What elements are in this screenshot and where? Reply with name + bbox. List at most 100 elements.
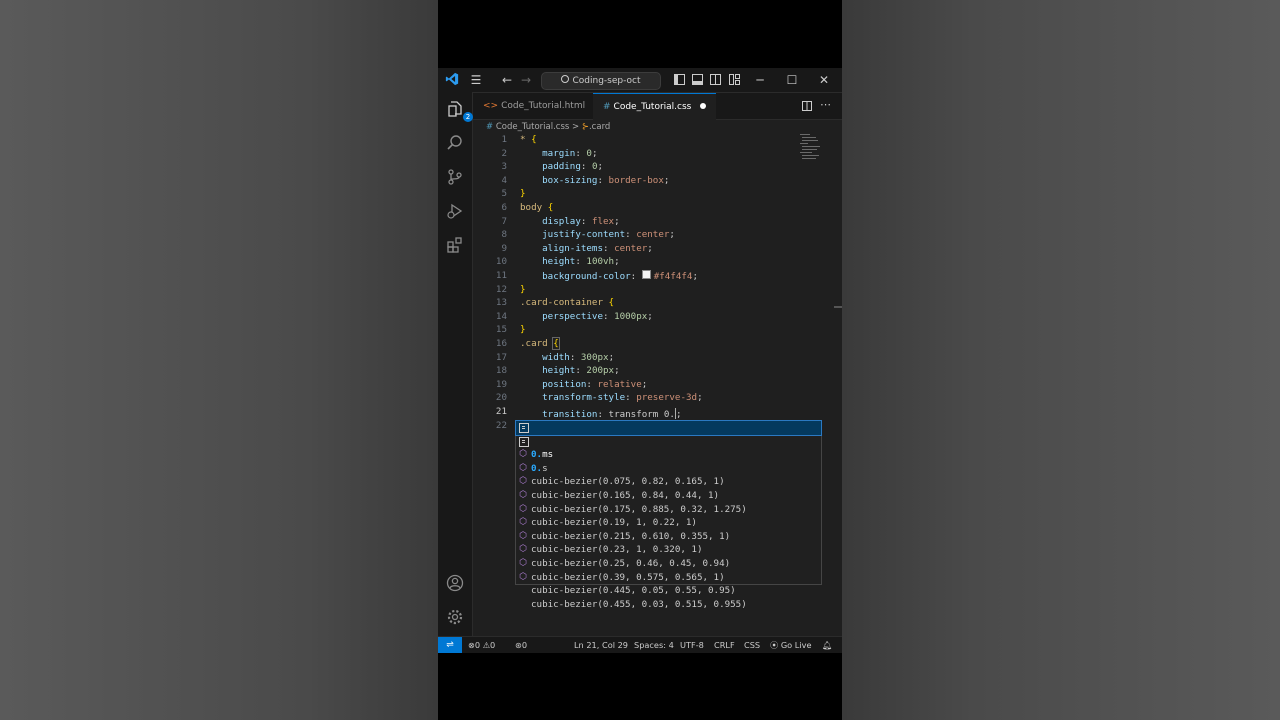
- blurred-background-left: [0, 0, 438, 720]
- code-line: width: 300px;: [542, 351, 615, 363]
- line-number: 15: [495, 324, 507, 336]
- suggestion-item[interactable]: ⬡ cubic-bezier(0.23, 1, 0.320, 1): [516, 516, 821, 556]
- minimap[interactable]: [800, 134, 822, 162]
- warning-icon: ⚠: [482, 640, 491, 650]
- tab-label: Code_Tutorial.html: [501, 101, 586, 111]
- function-cube-icon: ⬡: [519, 449, 527, 460]
- maximize-icon[interactable]: ☐: [784, 72, 800, 88]
- problems-indicator[interactable]: ⊗0 ⚠0: [468, 637, 495, 653]
- suggestion-item[interactable]: ⬡ cubic-bezier(0.075, 0.82, 0.165, 1): [516, 448, 821, 488]
- code-line: height: 200px;: [542, 365, 620, 377]
- suggestion-item[interactable]: 0.ms: [515, 420, 822, 460]
- line-number: 13: [495, 297, 507, 309]
- customize-layout-icon[interactable]: [729, 74, 740, 85]
- explorer-icon[interactable]: 2: [445, 100, 473, 122]
- notifications-bell-icon[interactable]: 🔔︎: [822, 637, 832, 653]
- code-line: }: [520, 188, 526, 200]
- blurred-background-right: [842, 0, 1280, 720]
- search-text: Coding-sep-oct: [572, 76, 641, 86]
- extensions-icon[interactable]: [445, 236, 465, 256]
- code-line: }: [520, 283, 526, 295]
- code-line: .card {: [520, 337, 560, 350]
- suggestion-item[interactable]: ⬡ cubic-bezier(0.455, 0.03, 0.515, 0.955…: [516, 571, 821, 610]
- back-arrow-icon[interactable]: ←: [499, 72, 515, 88]
- toggle-panel-icon[interactable]: [692, 74, 703, 85]
- forward-arrow-icon[interactable]: →: [518, 72, 534, 88]
- unsaved-dot-icon[interactable]: [700, 103, 707, 109]
- line-number: 8: [501, 229, 507, 241]
- go-live-button[interactable]: ⦿ Go Live: [770, 637, 812, 653]
- color-swatch[interactable]: [641, 270, 651, 279]
- function-cube-icon: ⬡: [519, 544, 527, 555]
- line-number: 17: [495, 351, 507, 363]
- more-actions-icon[interactable]: ⋯: [820, 93, 831, 117]
- encoding[interactable]: UTF-8: [680, 637, 704, 653]
- toggle-secondary-sidebar-icon[interactable]: [710, 74, 721, 85]
- line-number-current: 21: [495, 406, 507, 417]
- breadcrumb-symbol[interactable]: .card: [589, 122, 610, 132]
- line-number: 14: [495, 310, 507, 322]
- end-of-line[interactable]: CRLF: [714, 637, 735, 653]
- suggestion-item[interactable]: 0.s: [516, 435, 821, 474]
- function-cube-icon: ⬡: [519, 571, 527, 582]
- code-line: height: 100vh;: [542, 256, 620, 268]
- breadcrumb-file[interactable]: Code_Tutorial.css: [496, 122, 570, 132]
- minimize-icon[interactable]: ─: [752, 72, 768, 88]
- code-line: transform-style: preserve-3d;: [542, 392, 703, 404]
- suggestion-item[interactable]: ⬡ cubic-bezier(0.39, 0.575, 0.565, 1): [516, 543, 821, 583]
- source-control-icon[interactable]: [445, 168, 465, 188]
- breadcrumb: # Code_Tutorial.css > ⊱.card: [486, 120, 610, 134]
- code-line-current: transition: transform 0.;: [542, 408, 682, 420]
- language-mode[interactable]: CSS: [744, 637, 760, 653]
- toggle-primary-sidebar-icon[interactable]: [674, 74, 685, 85]
- search-view-icon[interactable]: [445, 134, 465, 154]
- chevron-right-icon: >: [572, 122, 580, 132]
- command-center-search[interactable]: Coding-sep-oct: [541, 72, 661, 90]
- suggestion-item[interactable]: ⬡ cubic-bezier(0.215, 0.610, 0.355, 1): [516, 503, 821, 542]
- scrollbar-marker[interactable]: [834, 306, 842, 308]
- suggestion-item[interactable]: ⬡ cubic-bezier(0.175, 0.885, 0.32, 1.275…: [516, 475, 821, 515]
- code-brackets-icon: <>: [483, 101, 499, 111]
- line-number: 20: [495, 392, 507, 404]
- tab-code-tutorial-css[interactable]: # Code_Tutorial.css: [593, 93, 716, 120]
- tab-code-tutorial-html[interactable]: <> Code_Tutorial.html: [473, 93, 603, 119]
- suggestion-item[interactable]: ⬡ cubic-bezier(0.19, 1, 0.22, 1): [516, 489, 821, 529]
- line-number: 1: [501, 134, 507, 145]
- code-line: margin: 0;: [542, 147, 598, 159]
- line-number: 18: [495, 365, 507, 377]
- function-cube-icon: ⬡: [519, 503, 527, 514]
- hash-icon: #: [486, 122, 494, 132]
- function-cube-icon: ⬡: [519, 490, 527, 500]
- vscode-window: ☰ ← → Coding-sep-oct ─ ☐ ✕ 2 <> Code_Tut…: [438, 68, 842, 653]
- cursor-position[interactable]: Ln 21, Col 29: [574, 637, 628, 653]
- line-number: 11: [495, 270, 507, 281]
- split-editor-icon[interactable]: [802, 101, 812, 111]
- keyword-icon: [519, 436, 529, 447]
- code-line: align-items: center;: [542, 242, 653, 254]
- suggestion-item[interactable]: ⬡ cubic-bezier(0.25, 0.46, 0.45, 0.94): [516, 530, 821, 569]
- symbol-icon: ⊱: [581, 122, 589, 132]
- settings-gear-icon[interactable]: [445, 608, 465, 628]
- suggestion-item[interactable]: ⬡ cubic-bezier(0.445, 0.05, 0.55, 0.95): [516, 557, 821, 597]
- keyword-icon: [519, 423, 529, 433]
- code-line: .card-container {: [520, 297, 615, 309]
- line-number: 22: [495, 419, 507, 431]
- ports-indicator[interactable]: ⊛0: [515, 637, 527, 653]
- line-number: 3: [501, 161, 507, 173]
- broadcast-icon: ⦿: [770, 640, 779, 650]
- menu-icon[interactable]: ☰: [468, 72, 484, 88]
- indentation[interactable]: Spaces: 4: [634, 637, 674, 653]
- account-icon[interactable]: [445, 574, 465, 594]
- explorer-badge: 2: [463, 112, 473, 122]
- function-cube-icon: ⬡: [519, 558, 527, 568]
- suggestion-item[interactable]: ⬡ cubic-bezier(0.165, 0.84, 0.44, 1): [516, 462, 821, 501]
- hash-icon: #: [603, 102, 611, 112]
- remote-indicator-icon[interactable]: ⇌: [438, 637, 462, 653]
- function-cube-icon: ⬡: [519, 462, 527, 473]
- run-debug-icon[interactable]: [445, 202, 465, 222]
- autocomplete-suggestions: 0.ms 0.s ⬡ cubic-bezier(0.075, 0.82, 0.1…: [515, 420, 822, 610]
- code-line: }: [520, 324, 526, 336]
- close-icon[interactable]: ✕: [816, 72, 832, 88]
- editor-tabs: <> Code_Tutorial.html # Code_Tutorial.css …: [473, 93, 842, 120]
- line-number: 4: [501, 174, 507, 186]
